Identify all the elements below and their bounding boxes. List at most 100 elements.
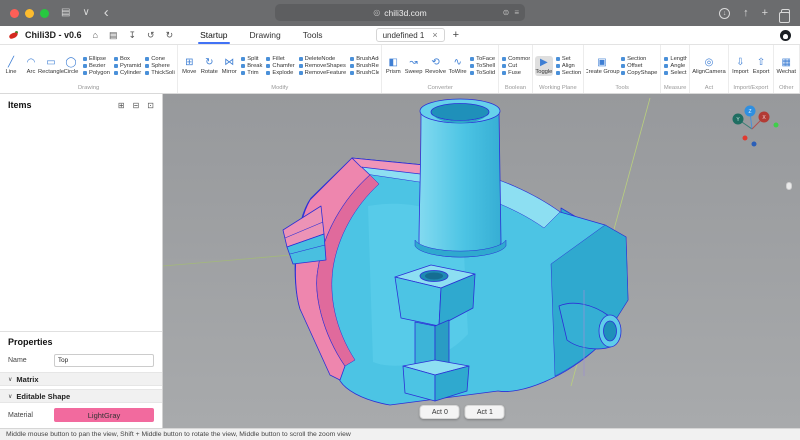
tab-startup[interactable]: Startup (189, 26, 238, 44)
3d-viewport[interactable]: Y Z X Act 0 Act 1 (163, 94, 800, 428)
ribbon-button-removefeature[interactable]: RemoveFeature (298, 70, 348, 76)
ribbon-button-wechat[interactable]: ▦Wechat (776, 56, 798, 76)
ribbon-button-removeshapes[interactable]: RemoveShapes (298, 63, 348, 69)
material-button[interactable]: LightGray (54, 408, 154, 422)
ribbon-button-box[interactable]: Box (113, 56, 142, 62)
ribbon-button-line[interactable]: ╱Line (2, 56, 20, 76)
ribbon-button-rectangle[interactable]: ▭Rectangle (42, 56, 60, 76)
ribbon-button-toshell[interactable]: ToShell (469, 63, 496, 69)
ribbon-button-import[interactable]: ⇩Import (731, 56, 750, 76)
collapse-all-icon[interactable]: ⊟ (133, 101, 140, 110)
save-download-icon[interactable]: ↧ (128, 30, 136, 41)
ribbon-button-circle[interactable]: ◯Circle (62, 56, 80, 76)
tab-overview-icon[interactable] (781, 9, 790, 18)
ribbon-button-tosolid[interactable]: ToSolid (469, 70, 496, 76)
ribbon-button-aligncamera[interactable]: ◎AlignCamera (692, 56, 726, 76)
ribbon-button-explode[interactable]: Explode (265, 70, 295, 76)
ribbon-button-sphere[interactable]: Sphere (144, 63, 175, 69)
ribbon-button-chamfer[interactable]: Chamfer (265, 63, 295, 69)
ribbon-button-align[interactable]: Align (555, 63, 581, 69)
new-folder-icon[interactable]: ⊞ (118, 101, 125, 110)
name-input[interactable] (54, 354, 154, 367)
address-bar[interactable]: ◎ chili3d.com ⊜ ≡ (275, 4, 525, 21)
ribbon-button-section[interactable]: Section (555, 70, 581, 76)
ribbon-button-fillet[interactable]: Fillet (265, 56, 295, 62)
ribbon-button-section[interactable]: Section (620, 56, 658, 62)
tab-tools[interactable]: Tools (292, 26, 334, 44)
undo-icon[interactable]: ↺ (147, 30, 155, 41)
new-document-icon[interactable]: ▤ (109, 30, 118, 41)
axis-neg-z-dot[interactable] (752, 142, 757, 147)
ribbon-button-label: Fuse (508, 70, 521, 76)
home-icon[interactable]: ⌂ (93, 30, 98, 40)
chevron-down-icon[interactable]: ∨ (82, 8, 89, 18)
translate-icon[interactable]: ⊜ (503, 8, 510, 17)
ribbon-button-deletenode[interactable]: DeleteNode (298, 56, 348, 62)
ribbon-button-fuse[interactable]: Fuse (501, 70, 530, 76)
reader-icon[interactable]: ≡ (514, 8, 519, 17)
new-document-tab-button[interactable]: + (453, 29, 459, 41)
ribbon-button-pyramid[interactable]: Pyramid (113, 63, 142, 69)
ribbon-button-split[interactable]: Split (240, 56, 263, 62)
ribbon-button-mirror[interactable]: ⋈Mirror (220, 56, 238, 76)
ribbon-button-label: Sweep (405, 69, 423, 75)
back-button[interactable]: ‹ (104, 5, 109, 20)
ribbon-button-cut[interactable]: Cut (501, 63, 530, 69)
rotate-icon: ↻ (205, 57, 213, 68)
document-tab[interactable]: undefined 1 × (376, 28, 445, 42)
ribbon-button-select[interactable]: Select (663, 70, 686, 76)
ribbon-button-sweep[interactable]: ↝Sweep (404, 56, 423, 76)
ribbon-button-label: BrushRemove (356, 63, 379, 69)
close-document-icon[interactable]: × (432, 30, 437, 40)
ribbon-button-offset[interactable]: Offset (620, 63, 658, 69)
new-tab-icon[interactable]: + (762, 7, 768, 19)
ribbon-button-create-group[interactable]: ▣Create Group (586, 56, 618, 76)
act-0-button[interactable]: Act 0 (420, 405, 460, 419)
bullet-icon (241, 57, 245, 61)
ribbon-button-toggle[interactable]: ▶Toggle (535, 56, 553, 76)
ribbon-button-brushadd[interactable]: BrushAdd (349, 56, 379, 62)
ribbon-button-polygon[interactable]: Polygon (82, 70, 111, 76)
sidebar-toggle-icon[interactable]: ▤ (61, 8, 70, 18)
axis-gizmo[interactable]: Y Z X (722, 102, 786, 150)
ribbon-button-brushclear[interactable]: BrushClear (349, 70, 379, 76)
ribbon-button-bezier[interactable]: Bezier (82, 63, 111, 69)
act-1-button[interactable]: Act 1 (465, 405, 505, 419)
ribbon-button-prism[interactable]: ◧Prism (384, 56, 402, 76)
ribbon-button-towire[interactable]: ∿ToWire (448, 56, 467, 76)
ribbon-button-copyshape[interactable]: CopyShape (620, 70, 658, 76)
ribbon-button-length[interactable]: Length (663, 56, 686, 62)
axis-neg-x-dot[interactable] (743, 136, 748, 141)
close-window-button[interactable] (10, 9, 19, 18)
minimize-window-button[interactable] (25, 9, 34, 18)
redo-icon[interactable]: ↻ (166, 30, 174, 41)
downloads-icon[interactable]: ↓ (719, 8, 730, 19)
tab-drawing[interactable]: Drawing (239, 26, 292, 44)
ribbon-button-angle[interactable]: Angle (663, 63, 686, 69)
ribbon-button-brushremove[interactable]: BrushRemove (349, 63, 379, 69)
ribbon-button-set[interactable]: Set (555, 56, 581, 62)
ribbon-button-break[interactable]: Break (240, 63, 263, 69)
ribbon-button-cone[interactable]: Cone (144, 56, 175, 62)
ribbon-button-move[interactable]: ⊞Move (180, 56, 198, 76)
name-label: Name (8, 357, 50, 364)
ribbon-button-revolve[interactable]: ⟲Revolve (425, 56, 446, 76)
ribbon-button-ellipse[interactable]: Ellipse (82, 56, 111, 62)
ribbon-button-label: Trim (247, 70, 258, 76)
ribbon-button-thicksolid[interactable]: ThickSolid (144, 70, 175, 76)
sweep-icon: ↝ (409, 57, 417, 68)
ribbon-button-toface[interactable]: ToFace (469, 56, 496, 62)
ribbon-button-export[interactable]: ⇧Export (752, 56, 771, 76)
share-icon[interactable]: ↑ (743, 7, 749, 19)
matrix-section-header[interactable]: ∨ Matrix (0, 372, 162, 386)
expand-all-icon[interactable]: ⊡ (147, 101, 154, 110)
zoom-window-button[interactable] (40, 9, 49, 18)
axis-neg-y-dot[interactable] (774, 123, 779, 128)
editable-shape-section-header[interactable]: ∨ Editable Shape (0, 389, 162, 403)
ribbon-button-trim[interactable]: Trim (240, 70, 263, 76)
ribbon-button-common[interactable]: Common (501, 56, 530, 62)
ribbon-button-cylinder[interactable]: Cylinder (113, 70, 142, 76)
github-icon[interactable] (780, 30, 791, 41)
model-pump-housing[interactable] (163, 94, 800, 428)
ribbon-button-rotate[interactable]: ↻Rotate (200, 56, 218, 76)
